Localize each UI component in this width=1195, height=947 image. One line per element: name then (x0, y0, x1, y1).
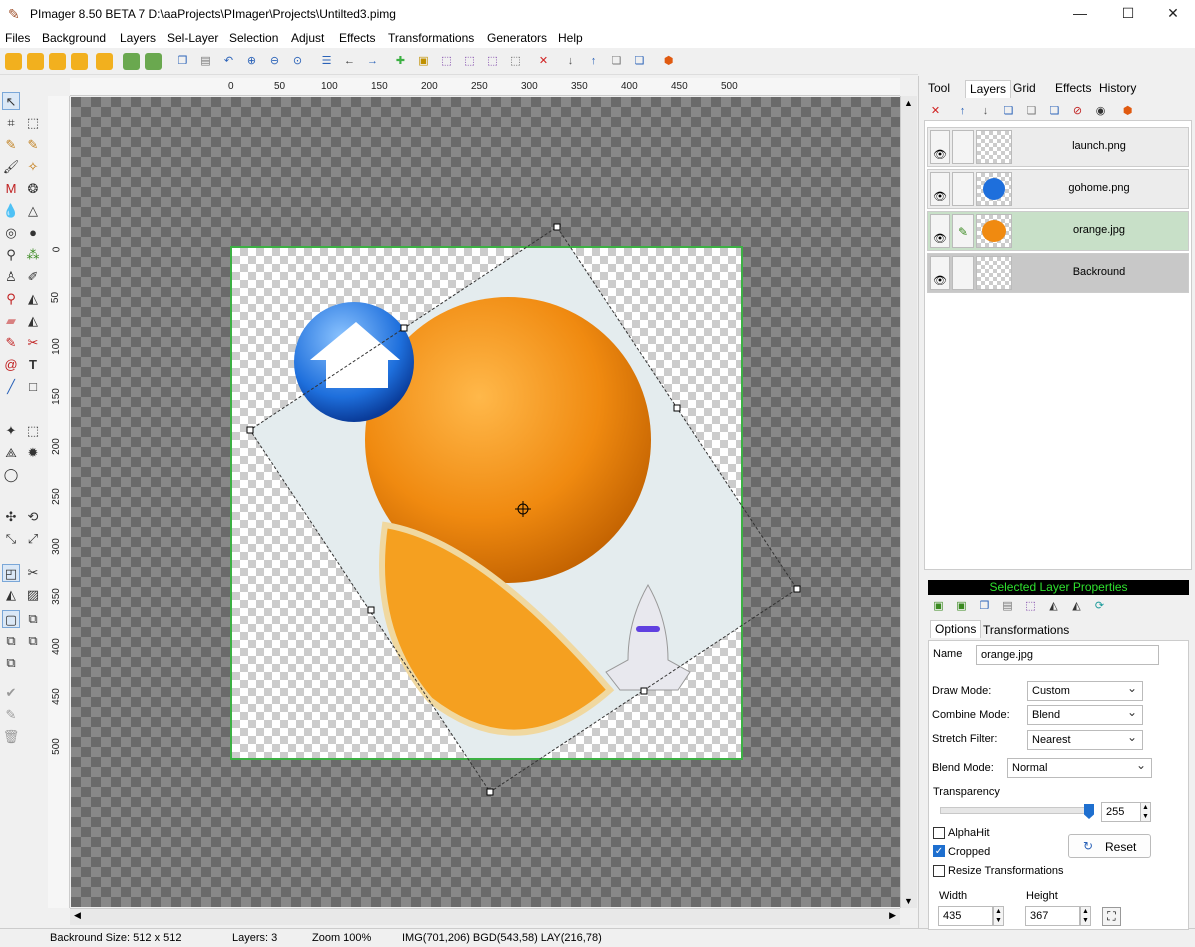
name-label: Name (933, 648, 963, 660)
blend-mode-label: Blend Mode: (932, 762, 994, 774)
alphahit-checkbox[interactable] (933, 827, 945, 839)
layer-name-input[interactable]: orange.jpg (976, 645, 1159, 665)
status-size: Backround Size: 512 x 512 (50, 932, 182, 944)
prop-import-icon[interactable]: ▣ (930, 598, 947, 615)
rocket-window (636, 626, 660, 632)
cropped-label: Cropped (948, 846, 991, 858)
layer-thumbnail (976, 214, 1012, 248)
width-input[interactable]: 435 (938, 906, 993, 926)
prop-copy-icon[interactable]: ❐ (976, 598, 993, 615)
edit-toggle[interactable] (952, 172, 974, 206)
layer-name: orange.jpg (1073, 224, 1125, 236)
width-label: Width (939, 890, 968, 902)
tab-history[interactable]: History (1095, 80, 1140, 98)
layers-list: 👁 launch.png 👁 gohome.png 👁 ✎ orange.jpg… (924, 120, 1192, 570)
layer-row[interactable]: 👁 launch.png (927, 127, 1189, 167)
delete-layer-icon[interactable]: ✕ (927, 103, 944, 120)
resize-label: Resize Transformations (948, 865, 1064, 877)
layer-row[interactable]: 👁 ✎ orange.jpg (927, 211, 1189, 251)
layer-merge-icon[interactable]: ❏ (1023, 103, 1040, 120)
vertical-scrollbar[interactable]: ▲ ▼ (900, 96, 917, 908)
layer-copy-icon[interactable]: ❏ (1000, 103, 1017, 120)
prop-refresh-icon[interactable]: ⟳ (1091, 598, 1108, 615)
reset-button[interactable]: ↻ Reset (1068, 834, 1151, 858)
layer-up-icon[interactable]: ↑ (954, 103, 971, 120)
layer-duplicate-icon[interactable]: ❏ (1046, 103, 1063, 120)
layer-name: launch.png (1072, 140, 1126, 152)
height-input[interactable]: 367 (1025, 906, 1080, 926)
tab-options[interactable]: Options (930, 620, 982, 638)
properties-toolbar: ▣ ▣ ❐ ▤ ⬚ ◭ ◭ ⟳ (928, 598, 1189, 616)
layer-name: Backround (1072, 266, 1126, 278)
blend-mode-select[interactable]: Normal (1007, 758, 1152, 778)
eye-icon[interactable]: 👁 (930, 256, 950, 290)
hide-layer-icon[interactable]: ⊘ (1069, 103, 1086, 120)
slider-thumb[interactable] (1084, 804, 1094, 819)
resize-checkbox[interactable] (933, 865, 945, 877)
tab-grid[interactable]: Grid (1009, 80, 1040, 98)
edit-toggle[interactable] (952, 130, 974, 164)
status-layers: Layers: 3 (232, 932, 278, 944)
transparency-input[interactable]: 255 (1101, 802, 1141, 822)
layer-row[interactable]: 👁 gohome.png (927, 169, 1189, 209)
scroll-down-icon[interactable]: ▼ (904, 896, 913, 906)
properties-header: Selected Layer Properties (928, 580, 1189, 595)
draw-mode-label: Draw Mode: (932, 685, 992, 697)
scroll-right-icon[interactable]: ▶ (889, 910, 896, 921)
prop-fill-icon[interactable]: ◭ (1045, 598, 1062, 615)
tab-layers[interactable]: Layers (965, 80, 1012, 98)
status-coords: IMG(701,206) BGD(543,58) LAY(216,78) (402, 932, 602, 944)
stretch-filter-select[interactable]: Nearest (1027, 730, 1143, 750)
tab-tool[interactable]: Tool (924, 80, 954, 98)
eye-icon[interactable]: 👁 (930, 130, 950, 164)
layer-thumbnail (976, 256, 1012, 290)
alphahit-label: AlphaHit (948, 827, 990, 839)
fit-size-icon[interactable]: ⛶ (1102, 907, 1121, 926)
transparency-label: Transparency (933, 786, 1000, 798)
prop-export-icon[interactable]: ▣ (953, 598, 970, 615)
eye-icon[interactable]: 👁 (930, 172, 950, 206)
combine-mode-label: Combine Mode: (932, 709, 1010, 721)
layer-thumbnail (976, 172, 1012, 206)
reset-icon: ↻ (1083, 839, 1094, 853)
combine-mode-select[interactable]: Blend (1027, 705, 1143, 725)
width-spinner[interactable]: ▲ ▼ (993, 906, 1004, 926)
status-bar: Backround Size: 512 x 512 Layers: 3 Zoom… (0, 928, 1195, 947)
prop-select-icon[interactable]: ⬚ (1022, 598, 1039, 615)
show-layer-icon[interactable]: ◉ (1092, 103, 1109, 120)
pencil-icon[interactable]: ✎ (952, 214, 974, 248)
eye-icon[interactable]: 👁 (930, 214, 950, 248)
edit-toggle[interactable] (952, 256, 974, 290)
scroll-left-icon[interactable]: ◀ (74, 910, 81, 921)
horizontal-scrollbar[interactable]: ◀ ▶ (70, 908, 900, 925)
height-label: Height (1026, 890, 1058, 902)
status-zoom: Zoom 100% (312, 932, 372, 944)
tab-effects[interactable]: Effects (1051, 80, 1095, 98)
scroll-up-icon[interactable]: ▲ (904, 98, 913, 108)
transparency-slider[interactable] (940, 804, 1094, 819)
prop-fill2-icon[interactable]: ◭ (1068, 598, 1085, 615)
stretch-filter-label: Stretch Filter: (932, 733, 998, 745)
layer-down-icon[interactable]: ↓ (977, 103, 994, 120)
layer-html5-icon[interactable]: ⬢ (1119, 103, 1136, 120)
height-spinner[interactable]: ▲ ▼ (1080, 906, 1091, 926)
draw-mode-select[interactable]: Custom (1027, 681, 1143, 701)
tab-transformations[interactable]: Transformations (979, 622, 1073, 640)
layer-row[interactable]: 👁 Backround (927, 253, 1189, 293)
cropped-checkbox[interactable]: ✓ (933, 845, 945, 857)
reset-label: Reset (1105, 840, 1137, 854)
prop-paste-icon[interactable]: ▤ (999, 598, 1016, 615)
transparency-spinner[interactable]: ▲ ▼ (1140, 802, 1151, 822)
layer-thumbnail (976, 130, 1012, 164)
layer-name: gohome.png (1068, 182, 1130, 194)
